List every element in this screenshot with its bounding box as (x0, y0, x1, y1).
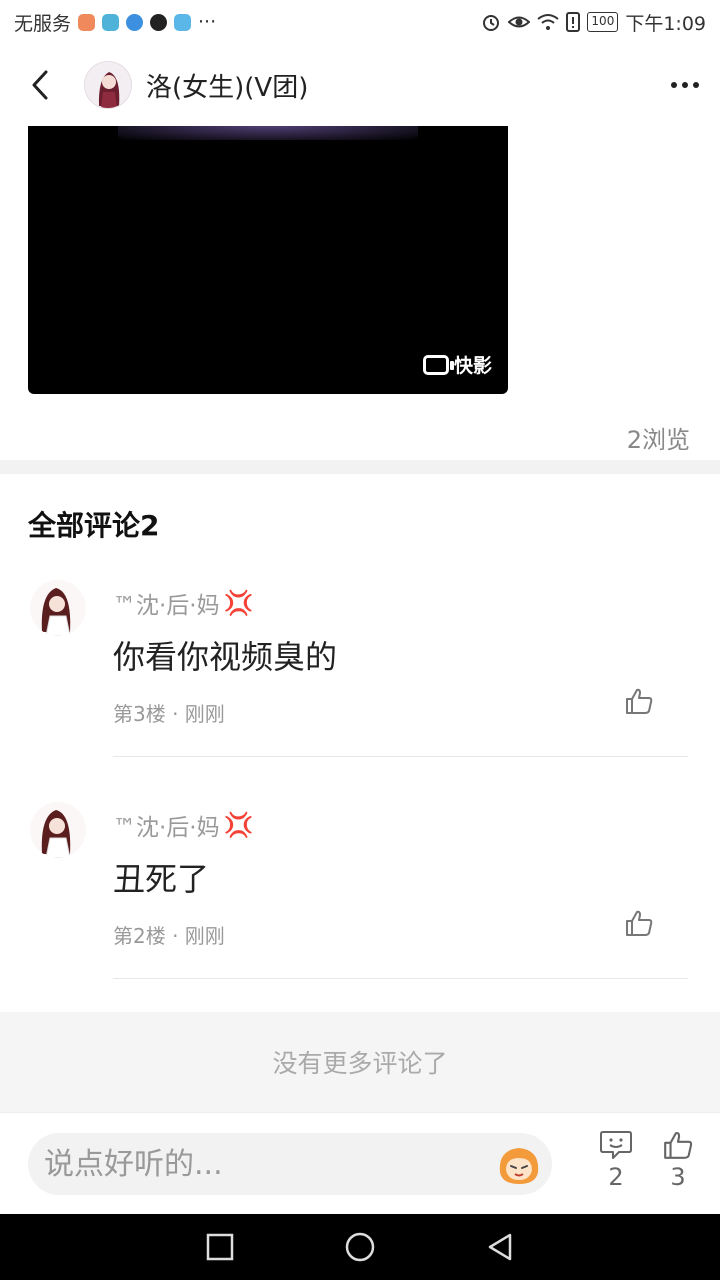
username-text: ™沈·后·妈 (113, 815, 220, 841)
more-options-button[interactable] (650, 44, 720, 126)
comment-text: 丑死了 (113, 860, 210, 898)
comment-count: 2 (608, 1163, 624, 1191)
comment-meta: 第2楼 · 刚刚 (113, 924, 225, 948)
alert-icon (566, 12, 581, 32)
chevron-left-icon (32, 70, 48, 100)
app-icon-3 (126, 13, 144, 31)
thumbs-up-icon (626, 688, 653, 714)
video-watermark: 快影 (422, 351, 492, 378)
status-left: 无服务 ··· (14, 9, 216, 36)
girl-avatar-icon (41, 810, 71, 858)
back-button[interactable] (0, 44, 80, 126)
comment-separator (113, 978, 688, 979)
like-count: 3 (670, 1163, 686, 1191)
tiktok-icon (150, 13, 168, 31)
comment-input-bar: 2 3 (0, 1112, 720, 1214)
camera-icon (422, 354, 454, 375)
thumbs-up-icon (664, 1132, 693, 1159)
app-icon-2 (102, 13, 120, 31)
comment-username[interactable]: ™沈·后·妈 💢 (113, 586, 254, 620)
video-player[interactable]: 快影 (28, 126, 508, 394)
author-avatar[interactable] (84, 61, 132, 109)
comment-item: ™沈·后·妈 💢 丑死了 第2楼 · 刚刚 (0, 796, 720, 1018)
eye-icon (508, 16, 531, 28)
circle-icon (345, 1232, 375, 1262)
username-text: ™沈·后·妈 (113, 593, 220, 619)
comments-heading: 全部评论2 (28, 509, 160, 542)
girl-avatar-icon (98, 72, 120, 108)
square-icon (206, 1233, 234, 1261)
comment-count-button[interactable]: 2 (594, 1129, 638, 1191)
header-bar: 洛(女生)(V团) (0, 44, 720, 126)
anger-emoji-icon: 💢 (223, 589, 254, 617)
dot (693, 82, 699, 88)
like-count-button[interactable]: 3 (656, 1129, 700, 1191)
dot (671, 82, 677, 88)
girl-avatar-icon (41, 588, 71, 636)
comment-like-button[interactable] (624, 908, 654, 938)
comment-separator (113, 756, 688, 757)
watermark-label: 快影 (453, 355, 492, 377)
clock-text: 下午1:09 (625, 12, 706, 35)
section-divider (0, 460, 720, 474)
page-title: 洛(女生)(V团) (146, 72, 309, 103)
recents-button[interactable] (205, 1232, 235, 1262)
back-nav-button[interactable] (485, 1232, 515, 1262)
more-notifications-icon: ··· (198, 11, 217, 33)
comment-input-container[interactable] (28, 1133, 552, 1195)
emoji-button[interactable] (496, 1142, 542, 1186)
emoji-face-icon (499, 1148, 539, 1184)
battery-indicator: 100 (587, 12, 619, 32)
system-nav-bar (0, 1214, 720, 1280)
status-right: 100 下午1:09 (481, 9, 706, 36)
comment-item: ™沈·后·妈 💢 你看你视频臭的 第3楼 · 刚刚 (0, 574, 720, 796)
comment-text: 你看你视频臭的 (113, 638, 338, 676)
home-button[interactable] (345, 1232, 375, 1262)
triangle-back-icon (488, 1233, 512, 1261)
carrier-text: 无服务 (14, 12, 72, 35)
comment-input[interactable] (44, 1146, 484, 1182)
comment-like-button[interactable] (624, 686, 654, 716)
shield-app-icon (174, 13, 192, 31)
comment-username[interactable]: ™沈·后·妈 💢 (113, 808, 254, 842)
commenter-avatar[interactable] (30, 802, 86, 858)
anger-emoji-icon: 💢 (223, 811, 254, 839)
comment-bubble-icon (600, 1131, 632, 1159)
dot (682, 82, 688, 88)
status-bar: 无服务 ··· 100 下午1:09 (0, 0, 720, 44)
thumbs-up-icon (626, 910, 653, 936)
wifi-icon (537, 14, 560, 30)
no-more-comments: 没有更多评论了 (0, 1012, 720, 1112)
commenter-avatar[interactable] (30, 580, 86, 636)
view-count: 2浏览 (626, 426, 690, 454)
video-caption-glow (118, 126, 418, 140)
comment-meta: 第3楼 · 刚刚 (113, 702, 225, 726)
app-icon-1 (78, 13, 96, 31)
alarm-icon (483, 15, 500, 31)
